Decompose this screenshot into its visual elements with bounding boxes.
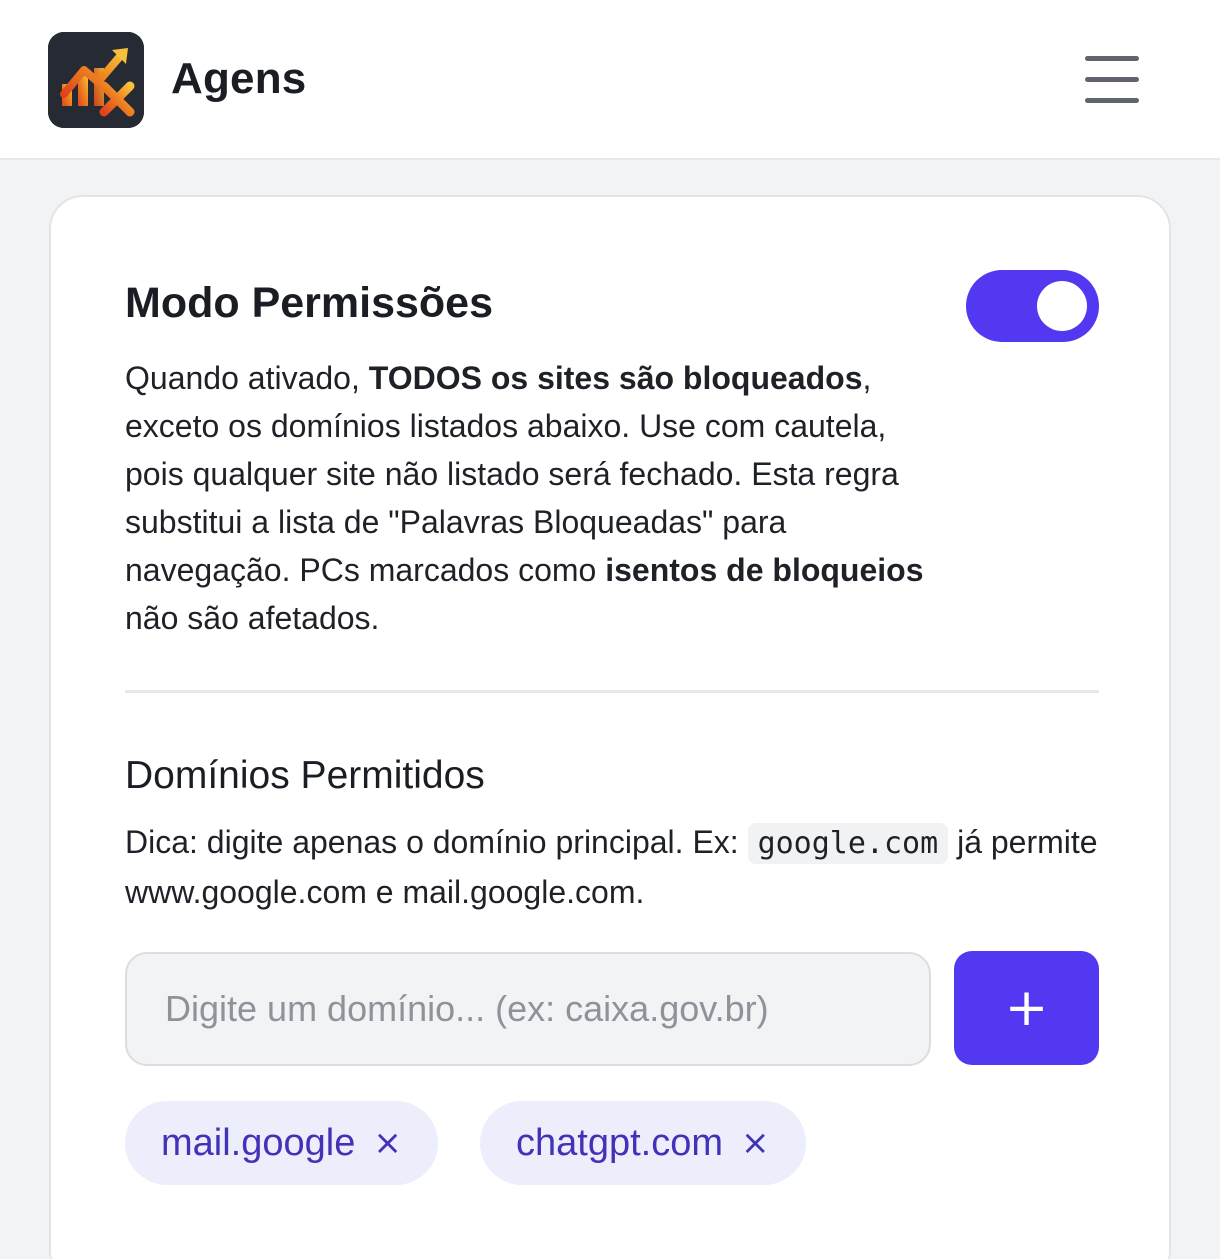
allowed-domains-tip: Dica: digite apenas o domínio principal.…	[125, 823, 1098, 910]
domain-input[interactable]	[125, 952, 931, 1066]
domain-chip-label: mail.google	[161, 1121, 356, 1164]
app-header: Agens	[0, 0, 1220, 160]
toggle-knob	[1037, 281, 1087, 331]
permissions-card: Modo Permissões Quando ativado, TODOS os…	[49, 195, 1171, 1259]
emphasis-all-blocked: TODOS os sites são bloqueados	[368, 360, 863, 396]
add-domain-button[interactable]: +	[954, 951, 1099, 1065]
permissions-mode-description: Quando ativado, TODOS os sites são bloqu…	[125, 360, 924, 636]
permissions-mode-toggle[interactable]	[966, 270, 1099, 342]
domain-chip: chatgpt.com ×	[480, 1101, 806, 1185]
app-logo-icon[interactable]	[48, 32, 144, 128]
remove-domain-icon[interactable]: ×	[373, 1123, 402, 1163]
remove-domain-icon[interactable]: ×	[741, 1123, 770, 1163]
emphasis-exempt: isentos de bloqueios	[605, 552, 924, 588]
allowed-domains-title: Domínios Permitidos	[125, 754, 485, 797]
example-domain-code: google.com	[747, 823, 949, 864]
trend-chart-logo	[48, 32, 144, 128]
domain-chip-label: chatgpt.com	[516, 1121, 723, 1164]
domain-chip: mail.google ×	[125, 1101, 438, 1185]
section-divider	[125, 690, 1099, 693]
permissions-mode-title: Modo Permissões	[125, 279, 493, 327]
app-name: Agens	[171, 54, 307, 103]
hamburger-menu-icon[interactable]	[1080, 52, 1144, 108]
